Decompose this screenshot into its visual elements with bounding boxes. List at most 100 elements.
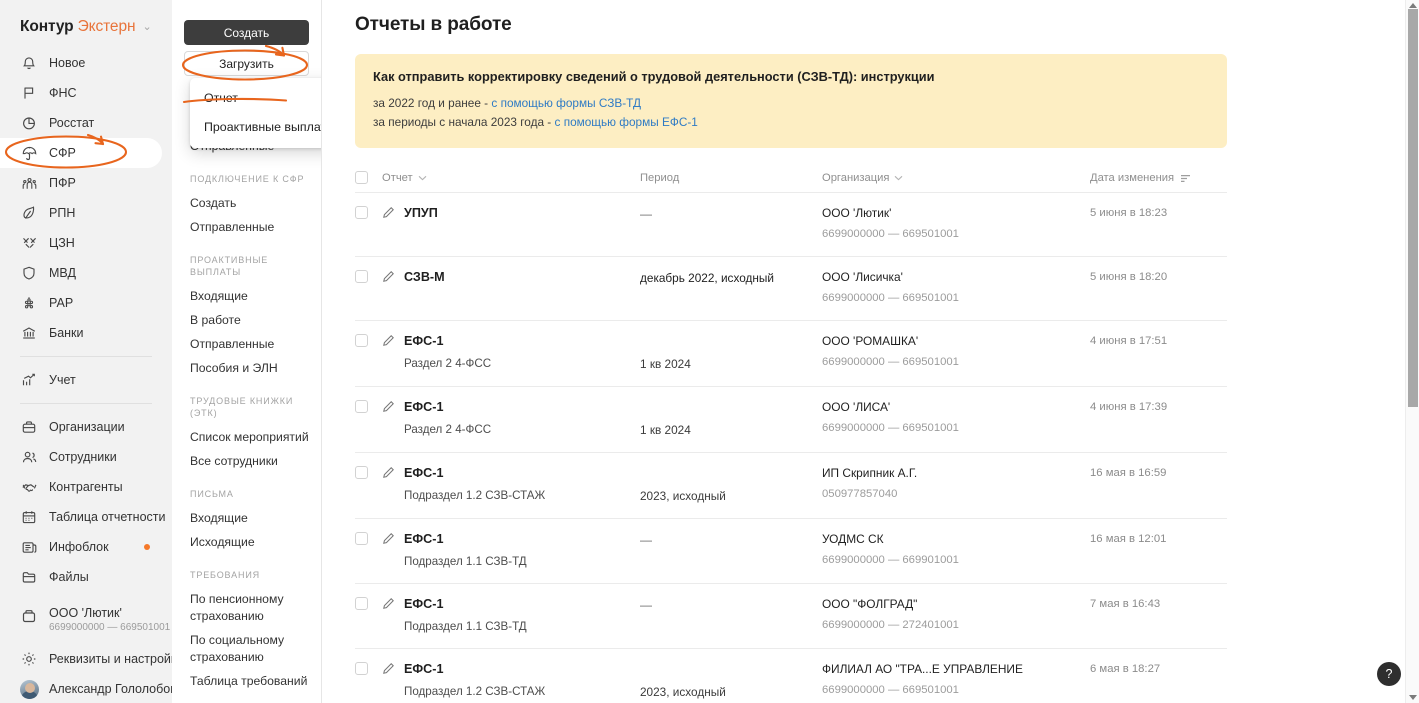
row-checkbox[interactable] [355,206,368,219]
subnav-link[interactable]: В работе [172,308,321,332]
header-sort-date[interactable]: Дата изменения [1090,172,1191,184]
period-spacer [640,465,822,484]
subnav-link[interactable]: Отправленные [172,215,321,239]
header-cell-report[interactable]: Отчет [382,168,640,186]
cell-report: ЕФС-1 Раздел 2 4-ФСС [382,399,640,440]
brand-logo[interactable]: Контур Экстерн ⌄ [0,14,172,40]
cell-date: 5 июня в 18:23 [1090,205,1227,244]
header-cell-date[interactable]: Дата изменения [1090,168,1227,186]
edit-pencil-icon[interactable] [382,334,395,351]
row-checkbox[interactable] [355,597,368,610]
subnav-link[interactable]: Таблица требований [172,669,321,693]
edit-pencil-icon[interactable] [382,662,395,679]
sidebar-item-сотрудники[interactable]: Сотрудники [0,442,172,472]
table-row[interactable]: ЕФС-1 Подраздел 1.1 СЗВ-ТД — УОДМС СК 669900… [355,519,1227,584]
sidebar-item-user[interactable]: Александр Гололобов [0,674,172,703]
sidebar-item-контрагенты[interactable]: Контрагенты [0,472,172,502]
subnav-link[interactable]: Пособия и ЭЛН [172,356,321,380]
sidebar-item-организации[interactable]: Организации [0,412,172,442]
handshake2-icon [20,478,38,496]
upload-button[interactable]: Загрузить [184,51,309,76]
sidebar-item-таблица-отчетности[interactable]: Таблица отчетности [0,502,172,532]
dropdown-item-otchet[interactable]: Отчет [190,84,321,113]
sidebar-item-файлы[interactable]: Файлы [0,562,172,592]
sidebar-item-росстат[interactable]: Росстат [0,108,172,138]
header-sort-report[interactable]: Отчет [382,172,427,184]
subnav-link[interactable]: Входящие [172,284,321,308]
select-all-checkbox[interactable] [355,171,368,184]
subnav-link[interactable]: Исходящие [172,530,321,554]
scroll-up-arrow-icon[interactable] [1409,3,1417,8]
table-row[interactable]: ЕФС-1Подраздел 1.2 СЗВ-СТАЖПодраздел 2 Д… [355,649,1227,703]
edit-pencil-icon[interactable] [382,466,395,483]
row-checkbox[interactable] [355,466,368,479]
subnav-link[interactable]: По пенсионному страхованию [172,587,321,628]
sidebar-item-фнс[interactable]: ФНС [0,78,172,108]
page-scrollbar[interactable] [1405,0,1419,703]
header-cell-organization[interactable]: Организация [822,168,1090,186]
sidebar-item-учет[interactable]: Учет [0,365,172,395]
edit-pencil-icon[interactable] [382,532,395,549]
primary-sidebar: Контур Экстерн ⌄ Новое ФНС Росстат СФР ПФР РП… [0,0,172,703]
sidebar-item-рпн[interactable]: РПН [0,198,172,228]
table-row[interactable]: ЕФС-1 Подраздел 1.1 СЗВ-ТД — ООО "ФОЛГРАД" 6… [355,584,1227,649]
chevron-down-icon[interactable]: ⌄ [142,20,151,33]
avatar [20,679,39,699]
subnav-link[interactable]: Отправленные [172,332,321,356]
cell-report: СЗВ-М [382,269,640,308]
sidebar-item-банки[interactable]: Банки [0,318,172,348]
table-row[interactable]: СЗВ-М декабрь 2022, исходный ООО 'Лисичка'… [355,257,1227,321]
table-row[interactable]: УПУП — ООО 'Лютик' 6699000000 — 669501001 5 … [355,193,1227,257]
cell-period: 1 кв 2024 [640,399,822,440]
subnav-link[interactable]: По социальному страхованию [172,628,321,669]
cell-date: 4 июня в 17:39 [1090,399,1227,440]
sidebar-item-сфр[interactable]: СФР [0,138,162,168]
table-row[interactable]: ЕФС-1 Раздел 2 4-ФСС 1 кв 2024 ООО 'ЛИСА' 66… [355,387,1227,453]
sidebar-item-новое[interactable]: Новое [0,48,172,78]
table-row[interactable]: ЕФС-1 Раздел 2 4-ФСС 1 кв 2024 ООО 'РОМАШКА… [355,321,1227,387]
banner-line-2: за периоды с начала 2023 года - с помощь… [373,113,1209,132]
subnav-link[interactable]: Список мероприятий [172,425,321,449]
report-subline: Подраздел 1.1 СЗВ-ТД [404,555,527,568]
edit-pencil-icon[interactable] [382,270,395,287]
row-checkbox[interactable] [355,270,368,283]
sidebar-current-organization[interactable]: ООО 'Лютик' 6699000000 — 669501001 [0,606,172,640]
sidebar-item-мвд[interactable]: МВД [0,258,172,288]
sidebar-item-цзн[interactable]: ЦЗН [0,228,172,258]
sidebar-nav-primary: Новое ФНС Росстат СФР ПФР РПН ЦЗН МВД РАР Банки [0,48,172,348]
handshake-icon [20,234,38,252]
sidebar-item-рар[interactable]: РАР [0,288,172,318]
subnav-group-title: ТРЕБОВАНИЯ [190,570,260,580]
row-checkbox[interactable] [355,532,368,545]
scrollbar-thumb[interactable] [1408,9,1418,407]
row-checkbox[interactable] [355,662,368,675]
scroll-down-arrow-icon[interactable] [1409,695,1417,700]
help-button[interactable]: ? [1377,662,1401,686]
briefcase-icon [20,418,38,436]
sidebar-item-пфр[interactable]: ПФР [0,168,172,198]
banner-link-efs-1[interactable]: с помощью формы ЕФС-1 [555,115,698,129]
row-checkbox[interactable] [355,400,368,413]
sidebar-item-инфоблок[interactable]: Инфоблок [0,532,172,562]
dropdown-item-proaktivnye-vyplaty[interactable]: Проактивные выплаты [190,113,321,142]
report-subline: Подраздел 1.2 СЗВ-СТАЖ [404,685,546,698]
date-value: 7 мая в 16:43 [1090,598,1161,610]
edit-pencil-icon[interactable] [382,206,395,223]
subnav-link[interactable]: Создать [172,191,321,215]
subnav-link[interactable]: Все сотрудники [172,449,321,473]
header-label-period: Период [640,172,680,184]
sidebar-item-settings[interactable]: Реквизиты и настройки [0,644,172,674]
subnav-link[interactable]: Входящие [172,506,321,530]
banner-link-szv-td[interactable]: с помощью формы СЗВ-ТД [491,96,641,110]
table-row[interactable]: ЕФС-1 Подраздел 1.2 СЗВ-СТАЖ 2023, исходны… [355,453,1227,519]
row-checkbox[interactable] [355,334,368,347]
report-name-row: ЕФС-1 [382,661,640,679]
subnav-group: ПИСЬМА Входящие Исходящие [172,488,321,554]
report-name-row: ЕФС-1 [382,465,640,483]
organization-inn-kpp: 050977857040 [822,488,898,500]
header-sort-organization[interactable]: Организация [822,172,903,184]
subnav-group-title: ПРОАКТИВНЫЕ ВЫПЛАТЫ [190,255,269,277]
edit-pencil-icon[interactable] [382,597,395,614]
create-button[interactable]: Создать [184,20,309,45]
edit-pencil-icon[interactable] [382,400,395,417]
